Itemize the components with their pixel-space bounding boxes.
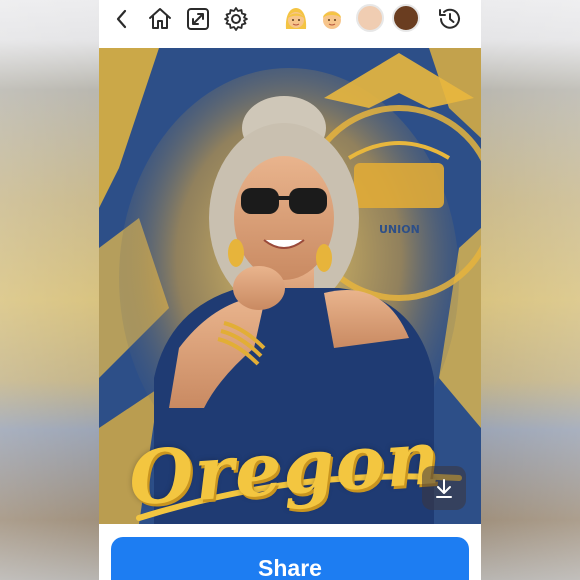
generated-portrait-image: UNION Oregon [99, 48, 481, 524]
man-emoji-icon [323, 11, 341, 29]
skin-tone-light-swatch[interactable] [356, 4, 384, 32]
home-button[interactable] [145, 4, 175, 34]
history-button[interactable] [435, 4, 465, 34]
man-avatar-option[interactable] [317, 4, 347, 34]
resize-button[interactable] [183, 4, 213, 34]
gear-icon [224, 7, 248, 31]
download-icon [436, 479, 452, 498]
history-icon [439, 8, 460, 29]
woman-avatar-option[interactable] [281, 4, 311, 34]
share-button[interactable]: Share [111, 537, 469, 580]
app-screen: UNION Oregon Share [99, 0, 481, 580]
woman-emoji-icon [285, 8, 307, 29]
download-button[interactable] [422, 466, 466, 510]
settings-button[interactable] [221, 4, 251, 34]
resize-icon [187, 8, 209, 30]
home-icon [149, 8, 171, 29]
chevron-left-icon [116, 9, 127, 29]
seal-text: UNION [379, 223, 420, 236]
skin-tone-dark-swatch[interactable] [392, 4, 420, 32]
back-button[interactable] [107, 4, 137, 34]
top-toolbar [99, 0, 481, 38]
